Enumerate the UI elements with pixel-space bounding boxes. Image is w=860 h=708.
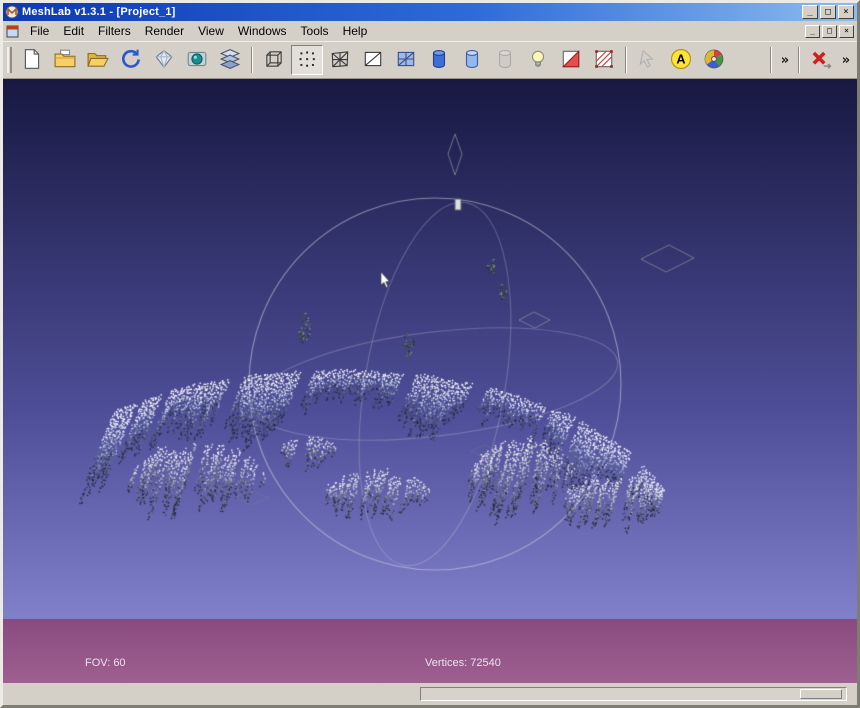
new-project-icon (21, 48, 43, 73)
render-flat-icon (428, 48, 450, 73)
render-texture-icon (494, 48, 516, 73)
close-button[interactable]: × (838, 5, 854, 19)
open-project-button[interactable] (49, 45, 81, 75)
render-flat-lines-icon (395, 48, 417, 73)
meshlab-logo-icon (5, 5, 19, 19)
menu-filters[interactable]: Filters (91, 22, 138, 40)
new-project-button[interactable] (16, 45, 48, 75)
render-bbox-icon (263, 48, 285, 73)
manipulate-mesh-button (632, 45, 664, 75)
toolbar-separator (251, 47, 253, 73)
render-texture-button (489, 45, 521, 75)
stats-bar: FOV: 60 FPS: 31.9 Vertices: 72540 Faces:… (3, 619, 857, 683)
render-bbox-button[interactable] (258, 45, 290, 75)
render-hidden-lines-button[interactable] (357, 45, 389, 75)
fov-stat: FOV: 60 (85, 657, 126, 669)
menu-help[interactable]: Help (336, 22, 375, 40)
overflow-chevron-icon: » (780, 52, 790, 68)
toolbar-separator (770, 47, 772, 73)
show-labels-icon: A (670, 48, 692, 73)
import-mesh-button[interactable] (82, 45, 114, 75)
show-layers-icon (219, 48, 241, 73)
menu-file[interactable]: File (23, 22, 56, 40)
toolbar-separator (625, 47, 627, 73)
show-layers-button[interactable] (214, 45, 246, 75)
menu-view[interactable]: View (191, 22, 231, 40)
render-flat-button[interactable] (423, 45, 455, 75)
toolbar-overflow-2-button[interactable]: » (838, 45, 854, 75)
status-strip (3, 683, 857, 705)
layer-slider-thumb[interactable] (800, 689, 842, 699)
snapshot-icon (186, 48, 208, 73)
minimize-button[interactable]: _ (802, 5, 818, 19)
mdi-minimize-button[interactable]: _ (805, 24, 820, 38)
render-points-button[interactable] (291, 45, 323, 75)
svg-text:A: A (676, 52, 685, 66)
menu-tools[interactable]: Tools (294, 22, 336, 40)
select-vertices-button[interactable] (588, 45, 620, 75)
vertices-stat: Vertices: 72540 (425, 657, 501, 669)
toolbar-separator (798, 47, 800, 73)
env-map-button[interactable] (698, 45, 730, 75)
reload-mesh-icon (120, 48, 142, 73)
meshlab-window: MeshLab v1.3.1 - [Project_1] _ □ × File E… (0, 0, 860, 708)
menubar: File Edit Filters Render View Windows Tools Hel… (3, 21, 857, 41)
import-mesh-icon (87, 48, 109, 73)
select-faces-icon (560, 48, 582, 73)
show-labels-button[interactable]: A (665, 45, 697, 75)
render-wireframe-icon (329, 48, 351, 73)
mdi-restore-button[interactable]: □ (822, 24, 837, 38)
project-window-icon (6, 25, 19, 38)
mdi-close-button[interactable]: × (839, 24, 854, 38)
render-smooth-button[interactable] (456, 45, 488, 75)
env-map-icon (703, 48, 725, 73)
render-light-button[interactable] (522, 45, 554, 75)
select-vertices-icon (593, 48, 615, 73)
menu-windows[interactable]: Windows (231, 22, 294, 40)
render-wireframe-button[interactable] (324, 45, 356, 75)
3d-viewport-canvas[interactable] (3, 79, 857, 619)
window-title: MeshLab v1.3.1 - [Project_1] (22, 6, 176, 18)
titlebar[interactable]: MeshLab v1.3.1 - [Project_1] _ □ × (3, 3, 857, 21)
open-project-icon (54, 48, 76, 73)
render-flat-lines-button[interactable] (390, 45, 422, 75)
export-mesh-icon (153, 48, 175, 73)
snapshot-button[interactable] (181, 45, 213, 75)
overflow-chevron-icon: » (841, 52, 851, 68)
layer-slider-track[interactable] (420, 687, 847, 701)
select-faces-button[interactable] (555, 45, 587, 75)
render-hidden-lines-icon (362, 48, 384, 73)
reload-mesh-button[interactable] (115, 45, 147, 75)
export-mesh-button[interactable] (148, 45, 180, 75)
render-smooth-icon (461, 48, 483, 73)
main-toolbar: A » » (3, 41, 857, 79)
menu-render[interactable]: Render (138, 22, 191, 40)
delete-mesh-button[interactable] (805, 45, 837, 75)
3d-viewport[interactable]: FOV: 60 FPS: 31.9 Vertices: 72540 Faces:… (3, 79, 857, 683)
delete-mesh-icon (810, 48, 832, 73)
render-points-icon (296, 48, 318, 73)
manipulate-mesh-icon (637, 48, 659, 73)
menu-edit[interactable]: Edit (56, 22, 91, 40)
toolbar-overflow-button[interactable]: » (777, 45, 793, 75)
maximize-button[interactable]: □ (820, 5, 836, 19)
toolbar-grip[interactable] (7, 47, 12, 73)
render-light-icon (527, 48, 549, 73)
